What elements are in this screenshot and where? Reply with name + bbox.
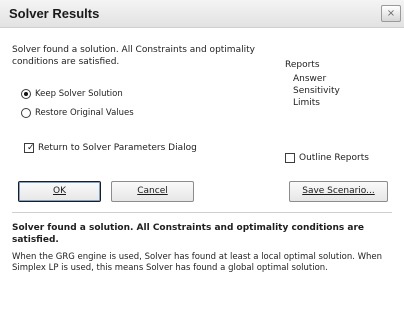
close-icon[interactable]: × xyxy=(381,5,401,22)
outline-reports-option[interactable]: Outline Reports xyxy=(285,151,369,165)
reports-label-text: Reports xyxy=(285,60,320,70)
info-summary: Solver found a solution. All Constraints… xyxy=(12,223,364,245)
return-to-dialog-option[interactable]: ✓ Return to Solver Parameters Dialog xyxy=(24,141,197,155)
restore-values-option[interactable]: Restore Original Values xyxy=(21,106,134,120)
report-item-sensitivity[interactable]: Sensitivity xyxy=(293,85,340,97)
keep-solution-radio[interactable] xyxy=(21,89,31,99)
divider xyxy=(12,212,392,213)
report-item-limits[interactable]: Limits xyxy=(293,97,340,109)
report-item-answer[interactable]: Answer xyxy=(293,73,340,85)
check-icon: ✓ xyxy=(27,143,35,153)
cancel-button[interactable]: Cancel xyxy=(111,181,194,202)
title-bar[interactable]: Solver Results × xyxy=(0,0,404,28)
ok-button[interactable]: OK xyxy=(18,181,101,202)
ok-button-label: OK xyxy=(53,186,66,196)
restore-values-label: Restore Original Values xyxy=(35,108,134,118)
reports-list[interactable]: Answer Sensitivity Limits xyxy=(293,73,340,109)
return-to-dialog-label: Return to Solver Parameters Dialog xyxy=(38,143,197,153)
radio-selected-dot xyxy=(24,92,28,96)
outline-reports-label: Outline Reports xyxy=(299,153,369,163)
save-scenario-button-label: Save Scenario... xyxy=(302,186,375,196)
solver-results-dialog: Solver Results × Solver found a solution… xyxy=(0,0,404,310)
outline-reports-checkbox[interactable] xyxy=(285,153,295,163)
info-details: When the GRG engine is used, Solver has … xyxy=(12,252,383,273)
cancel-button-label: Cancel xyxy=(137,186,168,196)
dialog-title: Solver Results xyxy=(9,6,100,21)
restore-values-radio[interactable] xyxy=(21,108,31,118)
keep-solution-option[interactable]: Keep Solver Solution xyxy=(21,87,123,101)
keep-solution-label: Keep Solver Solution xyxy=(35,89,123,99)
reports-label: Reports xyxy=(285,60,320,70)
solver-message-line1: Solver found a solution. All Constraints… xyxy=(12,45,255,55)
return-to-dialog-checkbox[interactable]: ✓ xyxy=(24,143,35,153)
save-scenario-button[interactable]: Save Scenario... xyxy=(289,181,388,202)
